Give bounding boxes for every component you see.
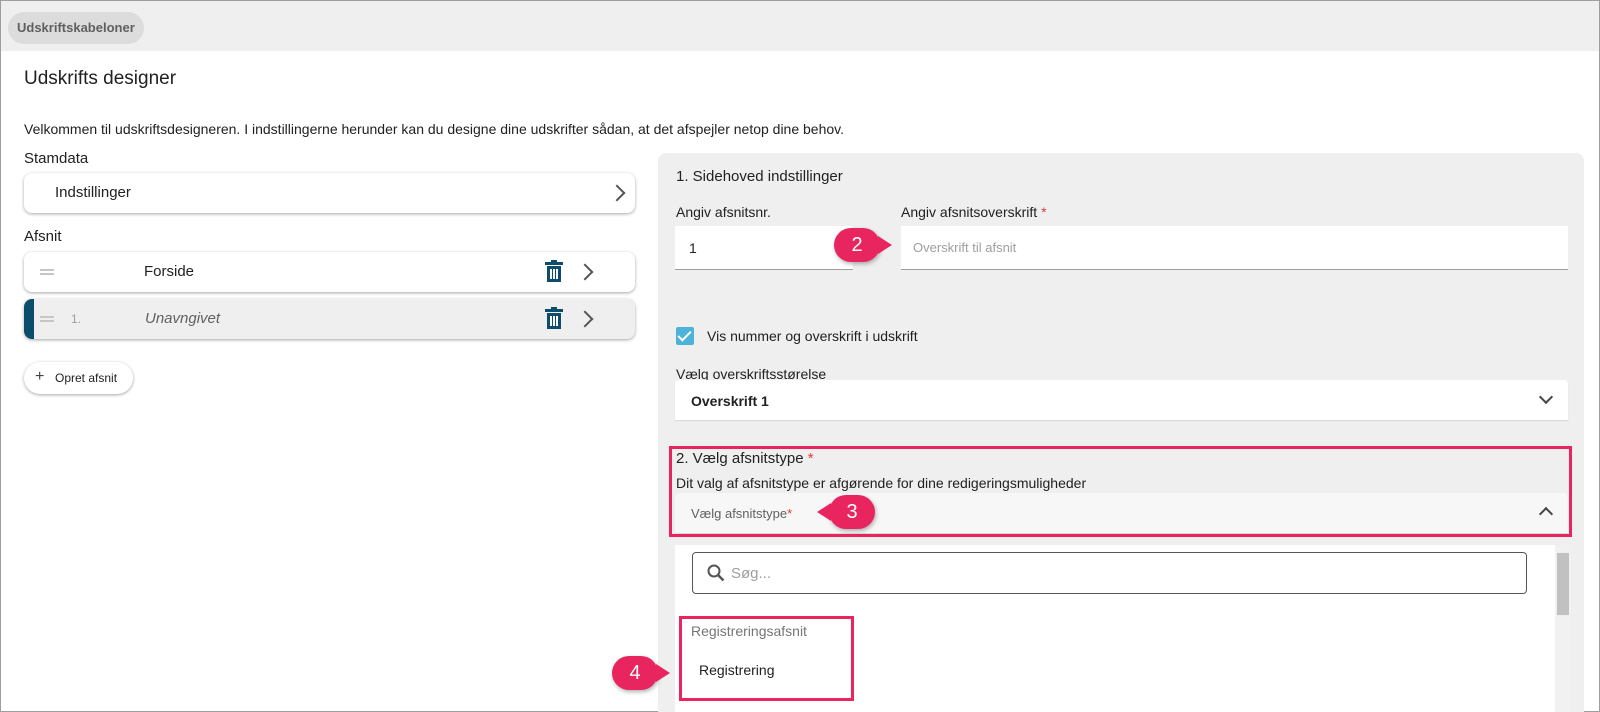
show-heading-label: Vis nummer og overskrift i udskrift: [707, 328, 918, 344]
show-heading-checkbox[interactable]: [676, 327, 694, 345]
intro-text: Velkommen til udskriftsdesigneren. I ind…: [24, 121, 845, 137]
section-item-unavngivet[interactable]: 1. Unavngivet: [24, 299, 635, 339]
drag-handle-icon[interactable]: [40, 269, 54, 275]
callout-2: 2: [834, 228, 892, 262]
required-marker: *: [1041, 204, 1047, 220]
callout-4: 4: [612, 656, 670, 690]
number-label: Angiv afsnitsnr.: [676, 204, 771, 220]
chevron-right-icon[interactable]: [576, 310, 594, 328]
trash-icon[interactable]: [545, 307, 563, 329]
section-item-forside[interactable]: Forside: [24, 252, 635, 292]
search-icon: [707, 564, 725, 582]
section-number-input[interactable]: 1: [675, 226, 853, 270]
callout-3: 3: [817, 495, 875, 529]
page-title: Udskrifts designer: [24, 68, 177, 89]
breadcrumb[interactable]: Udskriftskabeloner: [8, 12, 144, 44]
chevron-right-icon: [608, 184, 626, 202]
add-section-button[interactable]: + Opret afsnit: [24, 362, 133, 394]
settings-item[interactable]: Indstillinger: [24, 173, 635, 213]
selected-indicator: [24, 299, 34, 339]
plus-icon: +: [35, 368, 45, 385]
heading-label-text: Angiv afsnitsoverskrift: [901, 204, 1038, 220]
drag-handle-icon[interactable]: [40, 316, 54, 322]
trash-icon[interactable]: [545, 260, 563, 282]
highlight-registrering: [679, 616, 854, 701]
dropdown-scrollbar-thumb[interactable]: [1557, 553, 1569, 615]
afsnit-label: Afsnit: [24, 228, 62, 245]
heading-size-select[interactable]: Overskrift 1: [675, 380, 1568, 420]
header-settings-title: 1. Sidehoved indstillinger: [676, 168, 843, 185]
stamdata-label: Stamdata: [24, 150, 89, 167]
section-number-value: 1: [689, 240, 697, 256]
dropdown-search-input[interactable]: Søg...: [692, 552, 1527, 594]
chevron-down-icon: [1538, 389, 1554, 405]
highlight-section-type: [669, 446, 1572, 537]
dropdown-search-placeholder: Søg...: [731, 565, 772, 582]
section-title: Unavngivet: [145, 310, 221, 327]
heading-size-value: Overskrift 1: [691, 393, 769, 409]
settings-item-label: Indstillinger: [55, 184, 131, 201]
add-section-label: Opret afsnit: [55, 371, 118, 385]
section-number: 1.: [71, 312, 82, 326]
section-heading-placeholder: Overskrift til afsnit: [913, 240, 1017, 255]
section-title: Forside: [144, 263, 195, 280]
heading-label: Angiv afsnitsoverskrift *: [901, 204, 1047, 220]
section-heading-input[interactable]: Overskrift til afsnit: [901, 226, 1568, 270]
top-bar: Udskriftskabeloner: [1, 1, 1599, 51]
chevron-right-icon[interactable]: [576, 263, 594, 281]
